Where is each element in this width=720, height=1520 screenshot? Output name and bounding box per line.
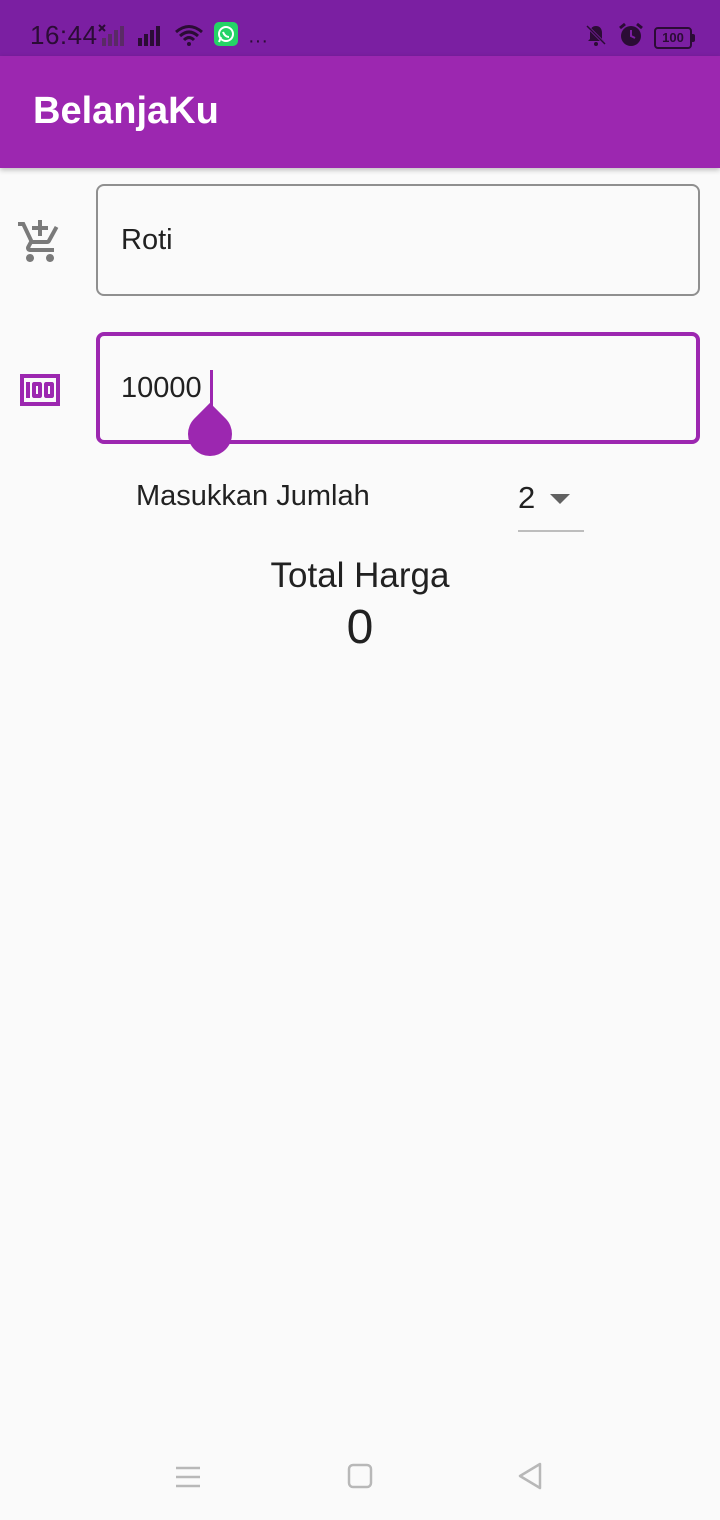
money-icon [16,366,64,414]
screen: 16:44 ··· 100 BelanjaKu Roti 10000 Masuk… [0,0,720,1520]
menu-icon[interactable] [168,1460,208,1494]
signal-icon [136,24,164,51]
item-name-value: Roti [121,224,173,256]
no-sim-signal-icon [98,24,126,51]
total-value: 0 [346,601,374,654]
price-field[interactable]: 10000 [96,332,700,444]
dropdown-arrow-icon [550,494,570,504]
status-time: 16:44 [30,20,98,50]
quantity-selected-value: 2 [518,480,536,515]
home-icon[interactable] [340,1460,380,1494]
notifications-off-icon [584,23,608,52]
status-left-icons: ··· [98,22,268,51]
wifi-icon [174,24,204,51]
app-bar: BelanjaKu [0,56,720,168]
whatsapp-icon [214,22,238,51]
system-nav-bar [0,1430,720,1520]
add-shopping-cart-icon [16,218,64,266]
alarm-icon [618,22,644,53]
app-title: BelanjaKu [33,90,219,132]
battery-icon: 100 [654,26,695,49]
more-dots-icon: ··· [248,30,268,52]
text-cursor [210,370,213,406]
price-value: 10000 [121,372,202,404]
status-bar: 16:44 ··· 100 [0,0,720,56]
item-name-field[interactable]: Roti [96,184,700,296]
quantity-label: Masukkan Jumlah [136,480,370,512]
back-icon[interactable] [510,1460,550,1494]
quantity-dropdown[interactable]: 2 [518,478,584,532]
status-right-icons: 100 [584,22,695,53]
total-label: Total Harga [270,556,450,595]
